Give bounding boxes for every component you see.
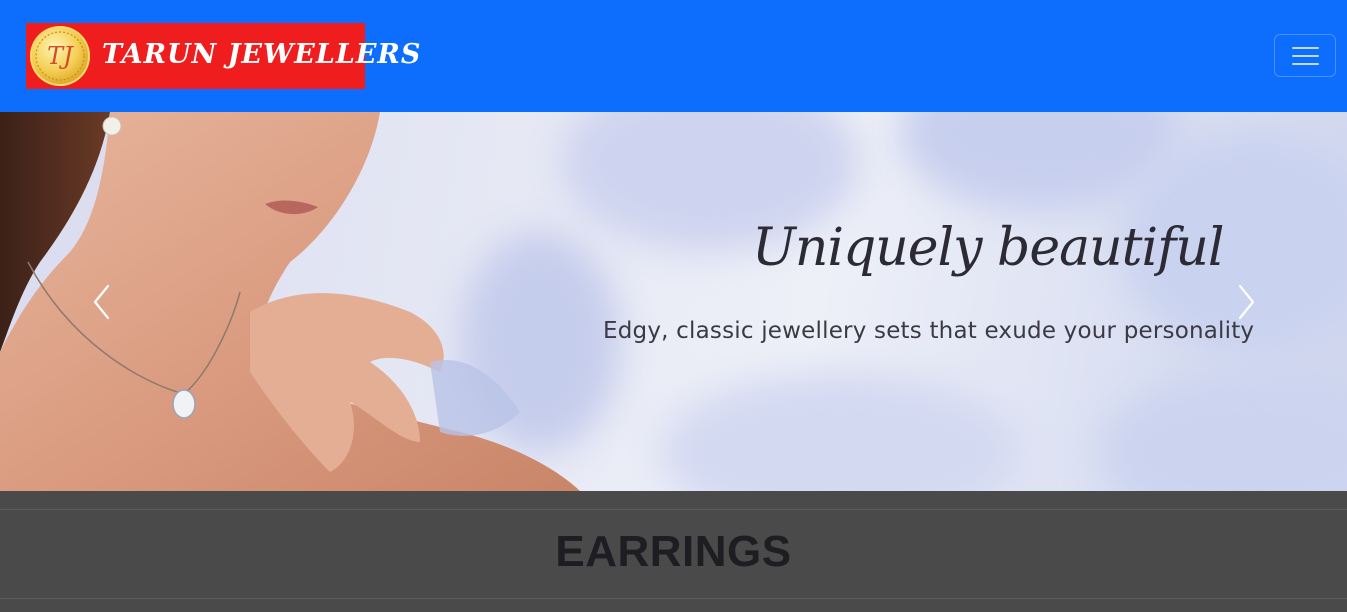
carousel-prev-button[interactable]	[86, 280, 116, 324]
earrings-section: EARRINGS	[0, 491, 1347, 612]
hero-carousel: Uniquely beautiful Edgy, classic jewelle…	[0, 112, 1347, 491]
section-divider-top	[0, 509, 1347, 510]
monogram-seal-icon: TJ	[30, 26, 90, 86]
carousel-next-button[interactable]	[1232, 280, 1262, 324]
brand-name: TARUN JEWELLERS	[102, 39, 422, 70]
carousel-headline: Uniquely beautiful	[752, 218, 1224, 278]
chevron-right-icon	[1238, 284, 1255, 320]
navbar-toggler-button[interactable]	[1274, 34, 1336, 77]
brand-logo[interactable]: TJ TARUN JEWELLERS	[26, 23, 420, 89]
svg-text:TJ: TJ	[47, 42, 74, 70]
navbar: TJ TARUN JEWELLERS	[0, 0, 1347, 112]
section-title: EARRINGS	[555, 527, 792, 576]
chevron-left-icon	[93, 284, 110, 320]
carousel-tagline: Edgy, classic jewellery sets that exude …	[603, 318, 1255, 344]
section-divider-bottom	[0, 598, 1347, 599]
monogram-glyph: TJ	[35, 31, 85, 81]
